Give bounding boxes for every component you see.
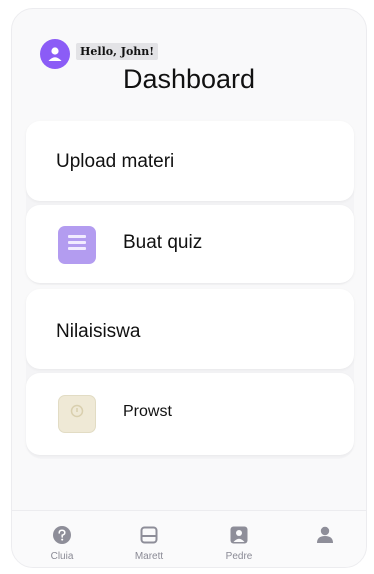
document-icon [58,226,96,264]
upload-materi-card[interactable]: Upload materi [26,121,354,201]
prowst-label: Prowst [123,403,172,420]
greeting-text: Hello, John! [76,43,159,60]
nav-label-cluia: Cluia [50,551,74,562]
upload-materi-label: Upload materi [56,151,175,172]
nav-item-cluia[interactable]: Cluia [32,511,92,567]
header: Hello, John! Dashboard [12,9,366,119]
help-icon [53,526,71,544]
nav-label-pedre: Pedre [225,551,253,562]
bottom-nav: Cluia Marett Pedre [12,510,366,567]
user-icon [317,526,333,543]
user-icon [48,47,62,61]
badge-icon [58,395,96,433]
nilaisiswa-card[interactable]: Nilaisiswa [26,289,354,369]
prowst-card[interactable]: Prowst [26,373,354,455]
nilai-section: Nilaisiswa Prowst [26,289,354,459]
buat-quiz-label: Buat quiz [123,232,203,253]
phone-screen: Hello, John! Dashboard Upload materi Bua… [11,8,367,568]
tray-icon [140,526,158,544]
nav-item-pedre[interactable]: Pedre [209,511,269,567]
upload-section: Upload materi Buat quiz [26,121,354,285]
nav-label-marett: Marett [134,551,164,562]
portrait-icon [230,526,248,544]
buat-quiz-card[interactable]: Buat quiz [26,205,354,283]
nav-item-profile[interactable] [295,511,355,567]
page-title: Dashboard [122,64,256,94]
nav-item-marett[interactable]: Marett [119,511,179,567]
nilaisiswa-label: Nilaisiswa [56,321,141,342]
